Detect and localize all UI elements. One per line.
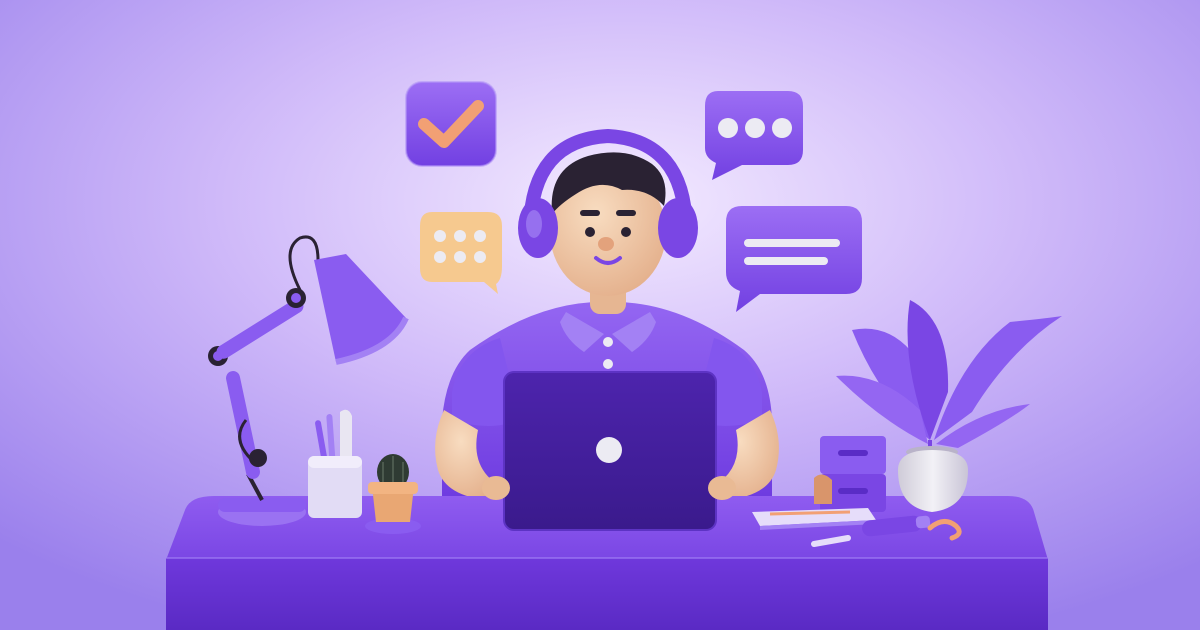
illustration-scene xyxy=(0,0,1200,630)
left-hand xyxy=(482,476,510,500)
file-drawers-icon xyxy=(814,436,886,512)
checkmark-badge-icon xyxy=(405,81,497,167)
laptop-icon xyxy=(503,371,717,531)
right-hand xyxy=(708,476,736,500)
scene-artwork xyxy=(0,0,1200,630)
dots-grid-chat-bubble-icon xyxy=(420,212,502,294)
